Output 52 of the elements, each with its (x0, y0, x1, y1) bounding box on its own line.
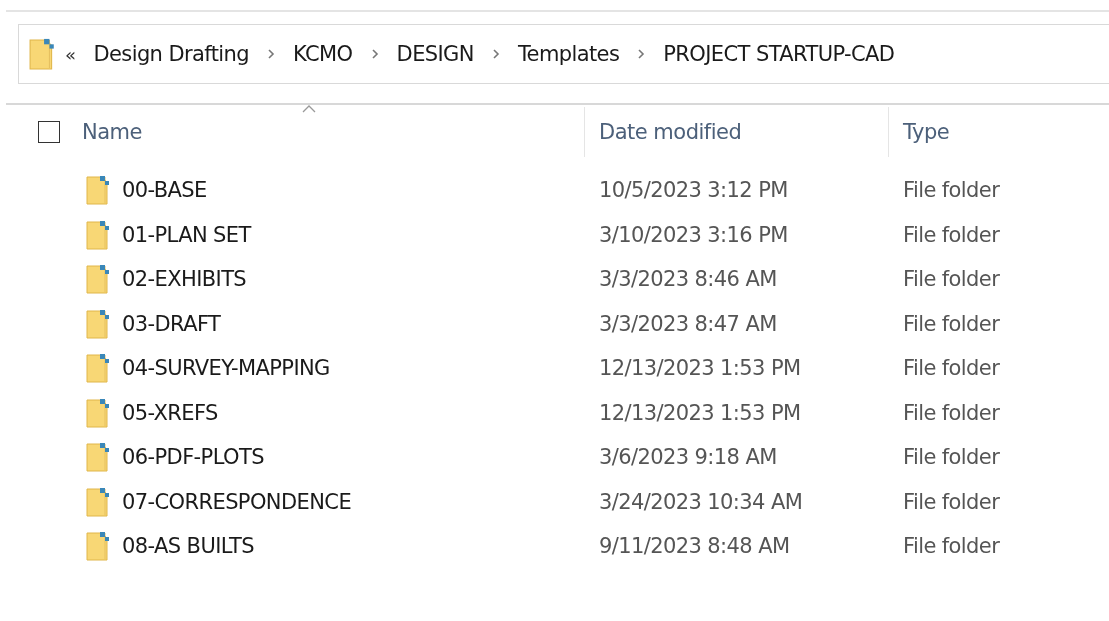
file-name[interactable]: 07-CORRESPONDENCE (122, 489, 352, 514)
file-name[interactable]: 02-EXHIBITS (122, 267, 247, 292)
file-name[interactable]: 08-AS BUILTS (122, 534, 254, 559)
file-name[interactable]: 04-SURVEY-MAPPING (122, 356, 330, 381)
folder-icon (86, 531, 112, 562)
breadcrumb[interactable]: PROJECT STARTUP-CAD (659, 42, 899, 66)
column-header[interactable]: Date modified (599, 120, 742, 144)
type-cell-text: File folder (902, 356, 1000, 381)
date-cell-text: 3/3/2023 8:46 AM (598, 267, 777, 292)
folder-icon (86, 175, 112, 206)
folder-icon (86, 264, 112, 295)
folder-icon (86, 219, 112, 250)
folder-icon (86, 397, 112, 428)
column-header[interactable]: Name (82, 120, 142, 144)
date-cell-text: 3/3/2023 8:47 AM (598, 311, 777, 336)
type-cell-text: File folder (902, 489, 1000, 514)
folder-icon (86, 353, 112, 384)
file-name[interactable]: 06-PDF-PLOTS (122, 445, 264, 470)
date-cell-text: 12/13/2023 1:53 PM (598, 356, 801, 381)
type-cell-text: File folder (902, 311, 1000, 336)
folder-icon (86, 442, 112, 473)
type-cell-text: File folder (902, 222, 1000, 247)
chevron-icon[interactable] (267, 48, 275, 60)
select-all-checkbox[interactable] (38, 121, 60, 143)
date-cell-text: 9/11/2023 8:48 AM (598, 534, 790, 559)
date-cell-text: 12/13/2023 1:53 PM (598, 400, 801, 425)
file-name[interactable]: 01-PLAN SET (122, 222, 251, 247)
type-cell-text: File folder (902, 445, 1000, 470)
overflow-button[interactable]: « (65, 43, 76, 65)
type-cell-text: File folder (902, 178, 1000, 203)
type-cell-text: File folder (902, 400, 1000, 425)
column-header[interactable]: Type (903, 120, 950, 144)
file-name[interactable]: 05-XREFS (122, 400, 218, 425)
type-cell-text: File folder (902, 267, 1000, 292)
date-cell-text: 3/10/2023 3:16 PM (598, 222, 788, 247)
address-bar[interactable]: « Design Drafting KCMO DESIGN Templates PROJECT STARTUP-CAD (18, 24, 1109, 84)
type-cell-text: File folder (902, 534, 1000, 559)
folder-icon (29, 37, 57, 71)
date-cell-text: 3/6/2023 9:18 AM (598, 445, 777, 470)
file-name[interactable]: 00-BASE (122, 178, 207, 203)
breadcrumb[interactable]: KCMO (289, 42, 357, 66)
date-cell-text: 3/24/2023 10:34 AM (598, 489, 803, 514)
breadcrumb[interactable]: Templates (513, 42, 624, 66)
folder-icon (86, 486, 112, 517)
breadcrumb[interactable]: Design Drafting (89, 42, 253, 66)
date-cell-text: 10/5/2023 3:12 PM (598, 178, 788, 203)
file-name[interactable]: 03-DRAFT (122, 311, 221, 336)
breadcrumb[interactable]: DESIGN (392, 42, 478, 66)
chevron-icon[interactable] (637, 48, 646, 60)
folder-icon (86, 308, 112, 339)
chevron-icon[interactable] (370, 48, 379, 60)
chevron-icon[interactable] (491, 48, 500, 60)
